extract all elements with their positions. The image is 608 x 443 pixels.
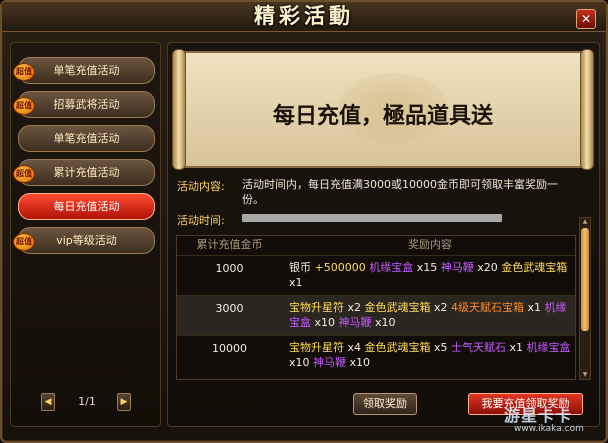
- reward-segment: 神马鞭: [338, 316, 372, 329]
- banner-title: 每日充值，極品道具送: [272, 103, 493, 129]
- reward-segment: x1: [506, 341, 527, 354]
- close-icon[interactable]: ✕: [576, 9, 596, 29]
- reward-segment: x4: [344, 341, 365, 354]
- reward-cell: 宝物升星符 x2 金色武魂宝箱 x2 4级天赋石宝箱 x1 机缘宝盒 x10 神…: [289, 300, 571, 330]
- column-header-amount: 累计充值金币: [196, 238, 263, 251]
- watermark-url: www.ikaka.com: [514, 424, 584, 434]
- reward-segment: x15: [413, 261, 441, 274]
- activity-window: 精彩活動 ✕ 超值 单笔充值活动 超值 招募武将活动 单笔充值活动 超值 累计充…: [0, 0, 608, 443]
- reward-segment: x10: [311, 316, 339, 329]
- reward-segment: x1: [524, 301, 545, 314]
- reward-segment: x10: [346, 356, 371, 369]
- hot-badge-icon: 超值: [13, 97, 35, 115]
- reward-segment: 士气天赋石: [451, 341, 507, 354]
- reward-segment: x1: [289, 276, 303, 289]
- activity-banner: 每日充值，極品道具送: [172, 49, 594, 170]
- reward-segment: 金色武魂宝箱: [364, 301, 431, 314]
- sidebar-item-label: 单笔充值活动: [53, 132, 120, 145]
- reward-segment: +500000: [314, 261, 370, 274]
- window-title: 精彩活動: [254, 3, 354, 28]
- amount-cell: 10000: [212, 342, 247, 355]
- scroll-up-icon[interactable]: ▲: [581, 218, 589, 226]
- sidebar-item-single-recharge[interactable]: 超值 单笔充值活动: [13, 57, 155, 84]
- sidebar-item-label: 招募武将活动: [53, 98, 120, 111]
- sidebar-item-label: vip等级活动: [56, 234, 117, 247]
- reward-segment: 神马鞭: [440, 261, 474, 274]
- reward-segment: 机缘宝盒: [369, 261, 414, 274]
- sidebar-item-label: 累计充值活动: [53, 166, 120, 179]
- sidebar-item-label: 每日充值活动: [53, 200, 120, 213]
- amount-cell: 3000: [215, 302, 244, 315]
- reward-segment: x5: [430, 341, 452, 354]
- reward-segment: x10: [371, 316, 396, 329]
- title-bar: 精彩活動 ✕: [2, 2, 606, 32]
- reward-segment: x20: [473, 261, 502, 274]
- reward-segment: 宝物升星符: [289, 301, 344, 314]
- reward-segment: x2: [344, 301, 365, 314]
- scroll-thumb[interactable]: [581, 228, 589, 331]
- reward-cell: 银币 +500000 机缘宝盒 x15 神马鞭 x20 金色武魂宝箱 x1: [289, 260, 571, 290]
- sidebar-item-cumulative-recharge[interactable]: 超值 累计充值活动: [13, 159, 155, 186]
- table-row: 3000 宝物升星符 x2 金色武魂宝箱 x2 4级天赋石宝箱 x1 机缘宝盒 …: [177, 295, 575, 335]
- reward-segment: 银币: [289, 261, 315, 274]
- column-header-reward: 奖励内容: [408, 238, 452, 251]
- scroll-down-icon[interactable]: ▼: [581, 371, 589, 379]
- redacted-time: [242, 214, 502, 222]
- pager: ◀ 1/1 ▶: [41, 393, 133, 413]
- activity-detail-panel: 每日充值，極品道具送 活动内容: 活动时间内，每日充值满3000或10000金币…: [167, 42, 600, 427]
- sidebar-item-single-recharge-2[interactable]: 单笔充值活动: [18, 125, 155, 152]
- hot-badge-icon: 超值: [13, 165, 35, 183]
- sidebar-item-label: 单笔充值活动: [53, 64, 120, 77]
- reward-segment: x10: [289, 356, 314, 369]
- reward-segment: 机缘宝盒: [526, 341, 571, 354]
- chevron-left-icon[interactable]: ◀: [41, 393, 55, 411]
- reward-segment: 4级天赋石宝箱: [451, 301, 525, 314]
- table-row: 1000 银币 +500000 机缘宝盒 x15 神马鞭 x20 金色武魂宝箱 …: [177, 255, 575, 295]
- reward-scrollbar[interactable]: ▲ ▼: [579, 217, 591, 380]
- reward-segment: 金色武魂宝箱: [364, 341, 431, 354]
- reward-table: 累计充值金币 奖励内容 1000 银币 +500000 机缘宝盒 x15 神马鞭…: [176, 235, 576, 380]
- reward-segment: 宝物升星符: [289, 341, 344, 354]
- watermark: 游星卡卡 www.ikaka.com: [504, 402, 602, 442]
- chevron-right-icon[interactable]: ▶: [117, 393, 131, 411]
- hot-badge-icon: 超值: [13, 233, 35, 251]
- table-row: 10000 宝物升星符 x4 金色武魂宝箱 x5 士气天赋石 x1 机缘宝盒 x…: [177, 335, 575, 379]
- reward-segment: 金色武魂宝箱: [501, 261, 568, 274]
- time-label: 活动时间:: [177, 214, 225, 227]
- sidebar-item-vip-level[interactable]: 超值 vip等级活动: [13, 227, 155, 254]
- reward-segment: 神马鞭: [313, 356, 347, 369]
- sidebar-item-recruit-general[interactable]: 超值 招募武将活动: [13, 91, 155, 118]
- reward-segment: x2: [430, 301, 452, 314]
- reward-cell: 宝物升星符 x4 金色武魂宝箱 x5 士气天赋石 x1 机缘宝盒 x10 神马鞭…: [289, 340, 571, 370]
- content-value: 活动时间内，每日充值满3000或10000金币即可领取丰富奖励一份。: [242, 178, 558, 206]
- page-indicator: 1/1: [78, 395, 96, 408]
- content-label: 活动内容:: [177, 180, 225, 193]
- claim-reward-button[interactable]: 领取奖励: [353, 393, 417, 415]
- watermark-name: 游星卡卡: [504, 406, 573, 425]
- hot-badge-icon: 超值: [13, 63, 35, 81]
- sidebar-item-daily-recharge[interactable]: 每日充值活动: [18, 193, 155, 220]
- activity-sidebar: 超值 单笔充值活动 超值 招募武将活动 单笔充值活动 超值 累计充值活动 每日充…: [10, 42, 161, 427]
- amount-cell: 1000: [215, 262, 244, 275]
